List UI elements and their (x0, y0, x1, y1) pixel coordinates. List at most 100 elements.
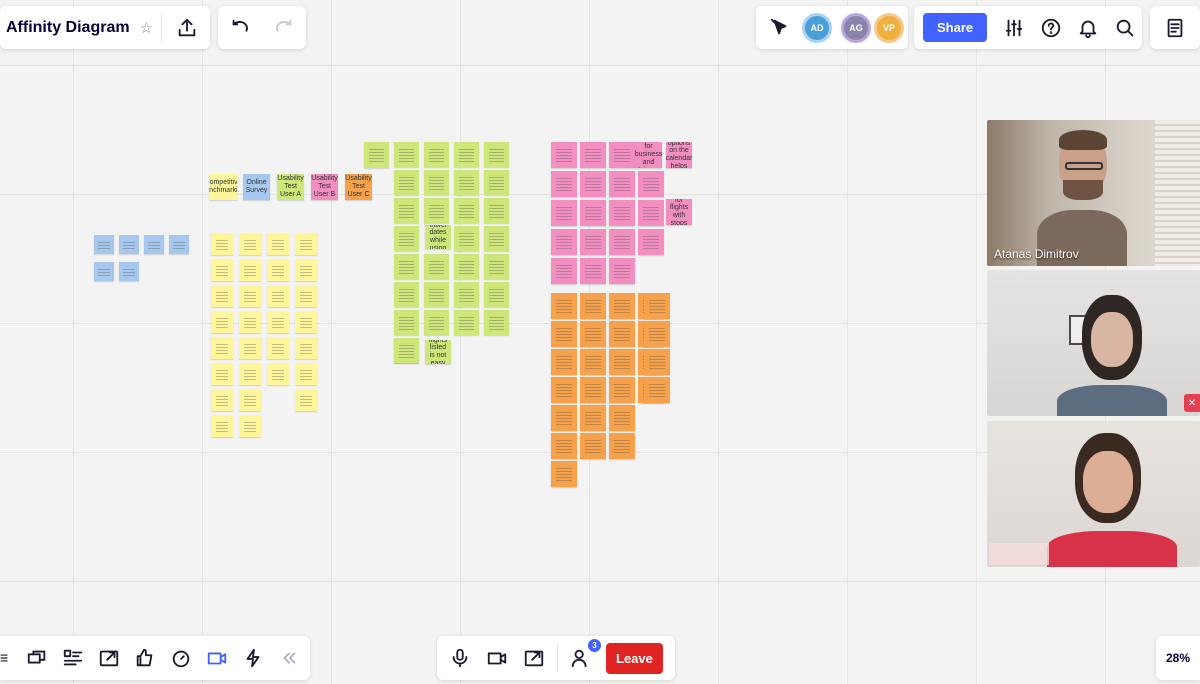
sticky-note[interactable] (580, 349, 606, 375)
sticky-note[interactable] (644, 293, 670, 319)
sticky-note[interactable] (484, 254, 509, 279)
sticky-note[interactable] (551, 321, 577, 347)
sticky-note[interactable] (580, 321, 606, 347)
sticky-note[interactable] (239, 363, 261, 385)
sticky-note[interactable] (580, 142, 606, 168)
sticky-note[interactable]: Travels for business and leisure (635, 142, 662, 168)
sticky-note[interactable] (394, 170, 419, 195)
sticky-note[interactable] (551, 461, 577, 487)
sticky-note[interactable] (211, 259, 233, 281)
sticky-note[interactable] (211, 337, 233, 359)
sticky-note[interactable] (454, 170, 479, 195)
heading-note-user-b[interactable]: Usability Test User B (311, 174, 338, 200)
sticky-note[interactable]: Choose travel dates while using the app (425, 225, 451, 249)
avatar[interactable]: AD (802, 12, 832, 43)
camera-icon[interactable] (482, 643, 512, 673)
heading-note-survey[interactable]: Online Survey (243, 174, 270, 200)
sticky-note[interactable] (580, 405, 606, 431)
sticky-note[interactable] (551, 200, 577, 226)
sticky-note[interactable] (551, 142, 577, 168)
video-tile[interactable] (987, 421, 1200, 567)
sticky-note[interactable] (211, 233, 233, 255)
sticky-note[interactable] (295, 363, 317, 385)
sticky-note[interactable] (295, 311, 317, 333)
sticky-note[interactable] (644, 349, 670, 375)
leave-button[interactable]: Leave (606, 642, 663, 674)
sticky-note[interactable] (551, 405, 577, 431)
sticky-note[interactable] (239, 415, 261, 437)
sticky-note[interactable] (119, 235, 139, 254)
sticky-note[interactable] (267, 337, 289, 359)
outline-icon[interactable] (58, 643, 88, 673)
sticky-note[interactable] (94, 235, 114, 254)
zoom-level[interactable]: 28% (1166, 651, 1190, 665)
vote-thumbs-up-icon[interactable] (130, 643, 160, 673)
sticky-note[interactable] (609, 258, 635, 284)
participants-icon[interactable]: 3 (566, 639, 601, 673)
star-icon[interactable]: ☆ (140, 19, 153, 37)
sticky-note[interactable] (609, 433, 635, 459)
export-icon[interactable] (172, 13, 202, 43)
sticky-note[interactable] (484, 310, 509, 335)
sticky-note[interactable] (239, 337, 261, 359)
sticky-note[interactable] (551, 293, 577, 319)
sticky-note[interactable] (394, 282, 419, 307)
sticky-note[interactable] (454, 226, 479, 251)
sticky-note[interactable] (551, 349, 577, 375)
sticky-note[interactable] (239, 259, 261, 281)
sticky-note[interactable] (580, 229, 606, 255)
sticky-note[interactable]: Seeing options on the calendar helps use… (666, 142, 692, 168)
help-icon[interactable] (1036, 13, 1066, 43)
notifications-bell-icon[interactable] (1073, 13, 1103, 43)
video-tile[interactable]: ✕ (987, 270, 1200, 416)
sticky-note[interactable] (580, 171, 606, 197)
sticky-note[interactable] (267, 285, 289, 307)
sticky-note[interactable] (454, 254, 479, 279)
heading-note-user-a[interactable]: Usability Test User A (277, 174, 304, 200)
sticky-note[interactable] (267, 233, 289, 255)
comments-icon[interactable] (22, 643, 52, 673)
sticky-note[interactable] (211, 285, 233, 307)
sticky-note[interactable] (394, 142, 419, 167)
sticky-note[interactable] (484, 282, 509, 307)
sticky-note[interactable] (580, 200, 606, 226)
sticky-note[interactable] (239, 233, 261, 255)
sticky-note[interactable] (424, 282, 449, 307)
sticky-note[interactable] (424, 142, 449, 167)
sticky-note[interactable]: No. of flights listed is not easy to see (425, 340, 451, 364)
sticky-note[interactable] (94, 262, 114, 281)
sticky-note[interactable] (364, 142, 389, 168)
sticky-note[interactable] (644, 377, 670, 403)
sticky-note[interactable] (609, 349, 635, 375)
sticky-note[interactable] (454, 198, 479, 223)
sticky-note[interactable] (394, 198, 419, 223)
sticky-note[interactable] (609, 405, 635, 431)
sticky-note[interactable] (267, 259, 289, 281)
sticky-note[interactable] (609, 142, 635, 168)
sticky-note[interactable] (638, 171, 664, 197)
sticky-note[interactable] (638, 200, 664, 226)
sticky-note[interactable] (609, 293, 635, 319)
share-screen-icon[interactable] (94, 643, 124, 673)
sticky-note[interactable] (211, 415, 233, 437)
sticky-note[interactable] (239, 285, 261, 307)
lightning-icon[interactable] (238, 643, 268, 673)
screen-share-icon[interactable] (519, 643, 549, 673)
sticky-note[interactable] (454, 310, 479, 335)
undo-icon[interactable] (225, 13, 255, 43)
sticky-note[interactable] (424, 198, 449, 223)
sticky-note[interactable] (295, 285, 317, 307)
sticky-note[interactable] (394, 310, 419, 335)
sticky-note[interactable] (211, 363, 233, 385)
sticky-note[interactable] (551, 229, 577, 255)
sticky-note[interactable] (144, 235, 164, 254)
notes-list-icon[interactable] (1160, 13, 1190, 43)
sticky-note[interactable] (580, 377, 606, 403)
avatar[interactable]: VP (874, 12, 904, 43)
sticky-note[interactable] (551, 258, 577, 284)
sticky-note[interactable]: Check tickets for flights with stops are… (666, 199, 692, 225)
microphone-icon[interactable] (445, 643, 475, 673)
sticky-note[interactable] (551, 433, 577, 459)
sticky-note[interactable] (295, 233, 317, 255)
sticky-note[interactable] (609, 200, 635, 226)
